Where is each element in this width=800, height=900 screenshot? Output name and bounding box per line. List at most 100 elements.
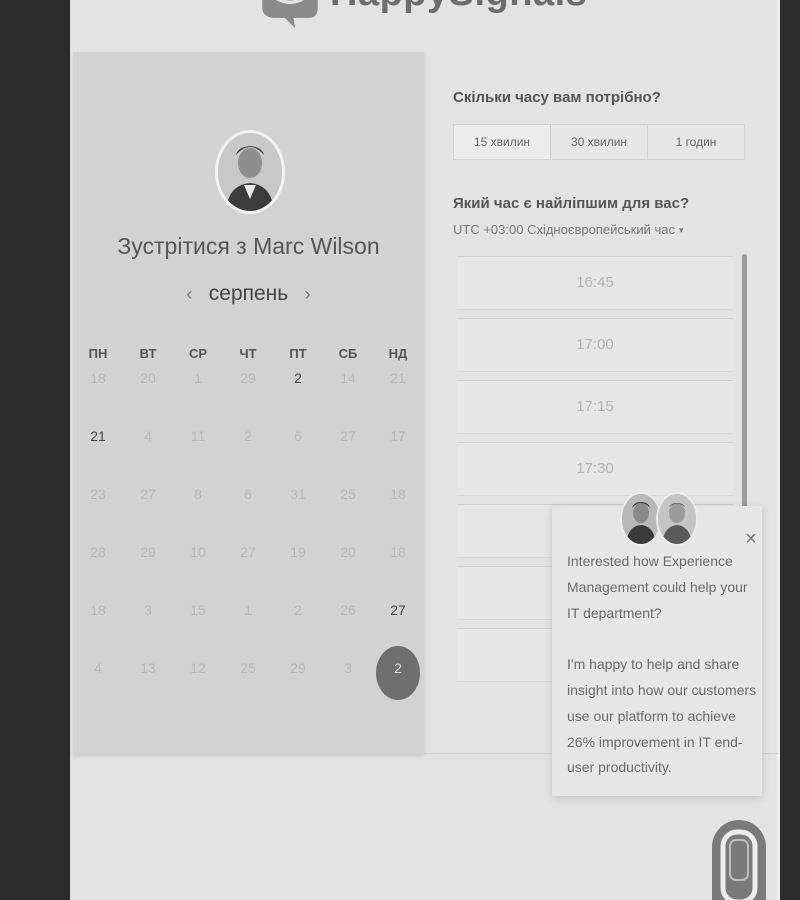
calendar-day-label: 23: [90, 486, 106, 502]
chat-message-body: I'm happy to help and share insight into…: [567, 656, 757, 776]
month-navigation: ‹ серпень ›: [73, 282, 424, 312]
calendar-day-label: 25: [340, 486, 356, 502]
calendar-day-label: 12: [190, 660, 206, 676]
calendar-day: 25: [223, 660, 273, 680]
timezone-select[interactable]: UTC +03:00 Східноєвропейський час ▾: [453, 222, 684, 237]
calendar-day-label: 13: [140, 660, 156, 676]
weekday-label: СР: [188, 346, 208, 361]
calendar-day-label: 18: [90, 602, 106, 618]
calendar-day: 20: [123, 370, 173, 390]
calendar-day: 4: [73, 660, 123, 680]
weekday-label: ПТ: [289, 346, 307, 361]
month-label: серпень: [208, 282, 289, 305]
calendar-day-label: 31: [290, 486, 306, 502]
weekday-label: ПН: [88, 346, 108, 361]
calendar-day-label: 10: [190, 544, 206, 560]
calendar-day: 18: [373, 486, 423, 506]
time-slot[interactable]: 17:15: [457, 380, 733, 434]
calendar-day-label: 4: [144, 428, 152, 444]
time-slot[interactable]: 17:00: [457, 318, 733, 372]
calendar-day-label: 4: [94, 660, 102, 676]
calendar-day-label: 2: [294, 602, 302, 618]
calendar-day-label: 15: [190, 602, 206, 618]
timezone-label: UTC +03:00 Східноєвропейський час: [453, 222, 675, 237]
calendar-day-label: 25: [240, 660, 256, 676]
calendar-day: 28: [73, 544, 123, 564]
calendar-day-label: 28: [90, 544, 106, 560]
calendar-day: 29: [223, 370, 273, 390]
calendar-week: 21 4 11 2 6 27 17: [73, 428, 424, 448]
calendar-day-label: 1: [194, 370, 202, 386]
person-icon: [622, 494, 660, 544]
duration-selector: 15 хвилин 30 хвилин 1 годин: [453, 124, 745, 160]
next-month-icon[interactable]: ›: [293, 284, 323, 305]
calendar-day-selected[interactable]: 2: [373, 646, 423, 700]
calendar-day-label: 29: [140, 544, 156, 560]
calendar-day: 25: [323, 486, 373, 506]
calendar-day-label: 18: [90, 370, 106, 386]
calendar-day-label: 27: [240, 544, 256, 560]
person-icon: [218, 133, 282, 211]
calendar-day: 23: [73, 486, 123, 506]
time-slot-scrollbar[interactable]: [742, 254, 747, 519]
weekday-label: ЧТ: [239, 346, 257, 361]
agent-avatar: [656, 492, 698, 546]
chat-agent-avatars: [620, 492, 698, 546]
calendar-day-label: 14: [340, 370, 356, 386]
calendar-week: 23 27 8 6 31 25 18: [73, 486, 424, 506]
calendar-day: 13: [123, 660, 173, 680]
calendar-day: 19: [273, 544, 323, 564]
calendar-day-label: 3: [344, 660, 352, 676]
calendar-day-label: 2: [294, 370, 302, 386]
calendar-day: 20: [323, 544, 373, 564]
calendar-day: 2: [273, 602, 323, 622]
calendar-day-label: 29: [290, 660, 306, 676]
calendar-day-label: 1: [244, 602, 252, 618]
calendar-day: 26: [323, 602, 373, 622]
calendar-day-label: 17: [390, 428, 406, 444]
duration-option-30[interactable]: 30 хвилин: [551, 125, 648, 159]
host-avatar: [215, 130, 285, 214]
brand-name: HappySignals: [330, 0, 587, 15]
calendar-day: 6: [273, 428, 323, 448]
calendar-day-label: 20: [340, 544, 356, 560]
close-icon[interactable]: ×: [741, 529, 761, 549]
time-slot[interactable]: 16:45: [457, 256, 733, 310]
calendar-day-label: 8: [194, 486, 202, 502]
calendar-day[interactable]: 27: [373, 602, 423, 622]
calendar-week: 18 3 15 1 2 26 27: [73, 602, 424, 622]
weekday-label: ВТ: [139, 346, 157, 361]
calendar-day-label: 21: [90, 428, 106, 444]
calendar-day-label: 27: [390, 602, 406, 618]
calendar-day: 31: [273, 486, 323, 506]
calendar-day: 18: [73, 602, 123, 622]
calendar-day: 2: [223, 428, 273, 448]
calendar-day: 1: [223, 602, 273, 622]
calendar-week: 4 13 12 25 29 3 2: [73, 646, 424, 700]
duration-option-15[interactable]: 15 хвилин: [454, 125, 551, 159]
calendar-day: 17: [373, 428, 423, 448]
calendar-day[interactable]: 2: [273, 370, 323, 390]
calendar-day-label: 11: [190, 428, 206, 444]
calendar-day: 18: [373, 544, 423, 564]
calendar-day: 3: [123, 602, 173, 622]
duration-option-60[interactable]: 1 годин: [648, 125, 744, 159]
calendar-day-label: 21: [390, 370, 406, 386]
calendar-day: 21: [373, 370, 423, 390]
time-slot[interactable]: 17:30: [457, 442, 733, 496]
calendar-day: 14: [323, 370, 373, 390]
calendar-day-label: 27: [140, 486, 156, 502]
calendar-day: 4: [123, 428, 173, 448]
chat-launcher-button[interactable]: [712, 820, 766, 900]
calendar-day-label: 18: [390, 544, 406, 560]
calendar-week: 18 20 1 29 2 14 21: [73, 370, 424, 390]
weekday-label: НД: [388, 346, 408, 361]
calendar-day: 27: [123, 486, 173, 506]
calendar-day: 29: [123, 544, 173, 564]
calendar-day-label: 26: [340, 602, 356, 618]
calendar-day[interactable]: 21: [73, 428, 123, 448]
prev-month-icon[interactable]: ‹: [174, 284, 204, 305]
chat-message-intro: Interested how Experience Management cou…: [567, 553, 748, 621]
logo-speech-bubble-icon: [262, 0, 318, 29]
weekday-header: ПН ВТ СР ЧТ ПТ СБ НД: [73, 346, 424, 361]
